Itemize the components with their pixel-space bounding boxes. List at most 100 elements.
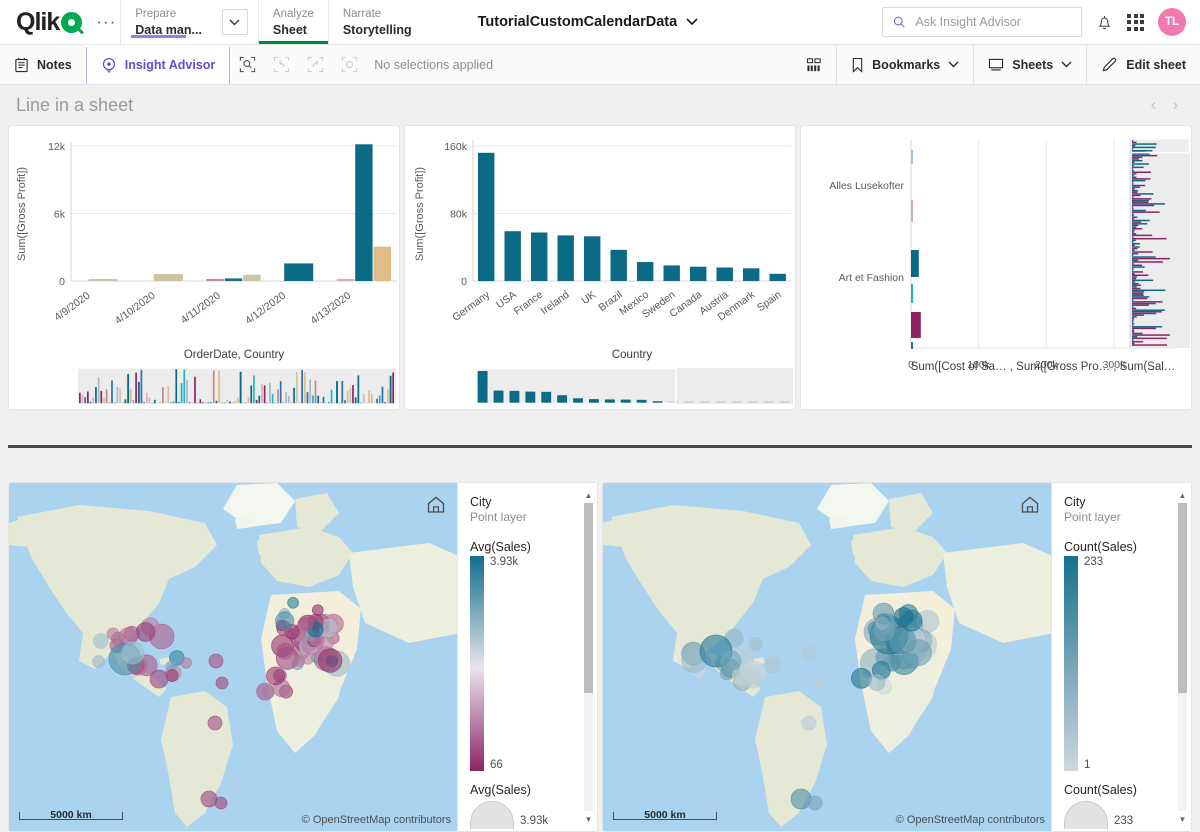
app-launcher-icon[interactable] xyxy=(1127,13,1144,31)
svg-text:4/9/2020: 4/9/2020 xyxy=(52,290,92,324)
clear-selections-button[interactable] xyxy=(332,45,366,84)
step-forward-button[interactable] xyxy=(298,45,332,84)
nav-item-analyze[interactable]: Analyze Sheet xyxy=(258,0,329,44)
qlik-logo[interactable]: Qlik xyxy=(16,8,83,37)
legend-size-max: 233 xyxy=(1114,815,1134,827)
step-back-button[interactable] xyxy=(264,45,298,84)
insight-advisor-search[interactable] xyxy=(882,7,1082,37)
legend-color-scale: 233 1 xyxy=(1064,556,1191,771)
sheet-header: Line in a sheet ‹ › xyxy=(0,85,1200,125)
legend-color-min: 1 xyxy=(1084,759,1091,771)
legend-color-measure: Avg(Sales) xyxy=(470,540,531,554)
map-home-button[interactable] xyxy=(1019,493,1041,515)
map-home-button[interactable] xyxy=(425,493,447,515)
previous-sheet-button[interactable]: ‹ xyxy=(1151,95,1157,115)
home-icon xyxy=(1021,496,1039,513)
notes-icon xyxy=(15,57,28,72)
chevron-down-icon xyxy=(229,18,240,26)
nav-item-prepare[interactable]: Prepare Data man... xyxy=(121,7,216,38)
chevron-down-icon xyxy=(948,61,959,68)
svg-text:160k: 160k xyxy=(444,141,468,153)
svg-text:6k: 6k xyxy=(54,209,66,221)
map-scale-bar: 5000 km xyxy=(613,809,717,821)
svg-text:Art et Fashion: Art et Fashion xyxy=(839,272,905,284)
svg-text:Spain: Spain xyxy=(755,289,784,315)
legend-scroll-down-icon[interactable]: ▼ xyxy=(1178,813,1187,825)
pencil-icon xyxy=(1102,57,1117,72)
bookmarks-group: Bookmarks xyxy=(836,45,973,84)
sheet-navigation: ‹ › xyxy=(1151,95,1184,115)
home-icon xyxy=(427,496,445,513)
sheet-toolbar: Notes Insight Advisor No selections appl… xyxy=(0,45,1200,85)
svg-text:Country: Country xyxy=(612,349,653,361)
legend-color-max: 233 xyxy=(1084,556,1104,568)
legend-size-measure: Avg(Sales) xyxy=(470,783,531,797)
top-navigation-bar: Qlik ··· Prepare Data man... Analyze She… xyxy=(0,0,1200,45)
legend-scroll-up-icon[interactable]: ▲ xyxy=(1178,489,1187,501)
nav-prepare-top-label: Prepare xyxy=(135,7,177,20)
legend-color-min: 66 xyxy=(490,759,503,771)
sheets-button[interactable]: Sheets xyxy=(974,45,1086,84)
search-input[interactable] xyxy=(913,14,1071,30)
svg-text:Sum([Gross Profit]): Sum([Gross Profit]) xyxy=(16,167,28,261)
insight-advisor-icon xyxy=(102,57,115,72)
bookmarks-button[interactable]: Bookmarks xyxy=(837,45,973,84)
map-legend-avg-sales: City Point layer Avg(Sales) 3.93k 66 Avg… xyxy=(457,483,597,831)
chart-card-gross-profit-by-orderdate[interactable]: Sum([Gross Profit]) 0 6k 12k 4/9/2020 4/10/20… xyxy=(8,125,400,410)
next-sheet-button[interactable]: › xyxy=(1172,95,1178,115)
search-icon xyxy=(893,16,905,28)
bookmarks-label: Bookmarks xyxy=(872,57,941,72)
svg-text:Germany: Germany xyxy=(450,288,493,324)
bar-chart-orderdate-country[interactable]: Sum([Gross Profit]) 0 6k 12k 4/9/2020 4/10/20… xyxy=(9,126,400,409)
map-tiles-count-sales[interactable] xyxy=(603,483,1051,831)
legend-scroll-thumb[interactable] xyxy=(1178,503,1187,693)
qlik-logo-mark-icon xyxy=(61,11,83,33)
legend-scroll-down-icon[interactable]: ▼ xyxy=(584,813,593,825)
legend-scrollbar[interactable]: ▲ ▼ xyxy=(583,489,594,825)
edit-sheet-button[interactable]: Edit sheet xyxy=(1087,45,1200,84)
nav-narrate-bottom-label: Storytelling xyxy=(342,22,412,37)
svg-text:Sum([Gross Profit]): Sum([Gross Profit]) xyxy=(414,167,426,261)
nav-item-narrate[interactable]: Narrate Storytelling xyxy=(329,0,426,44)
svg-text:4/13/2020: 4/13/2020 xyxy=(308,290,353,327)
map-canvas-avg-sales[interactable]: 5000 km © OpenStreetMap contributors xyxy=(9,483,457,831)
sheet-title: Line in a sheet xyxy=(16,94,134,115)
bookmark-icon xyxy=(852,57,863,73)
selections-search-button[interactable] xyxy=(230,45,264,84)
legend-size-measure: Count(Sales) xyxy=(1064,783,1137,797)
legend-scrollbar[interactable]: ▲ ▼ xyxy=(1177,489,1188,825)
legend-scroll-up-icon[interactable]: ▲ xyxy=(584,489,593,501)
nav-prepare-group[interactable]: Prepare Data man... xyxy=(120,0,259,44)
legend-color-max: 3.93k xyxy=(490,556,519,568)
insight-advisor-label: Insight Advisor xyxy=(124,57,216,72)
map-card-count-sales[interactable]: 5000 km © OpenStreetMap contributors Cit… xyxy=(602,482,1192,832)
prepare-dropdown-button[interactable] xyxy=(221,9,248,35)
topbar-right-actions: TL xyxy=(882,0,1200,44)
chart-card-gross-profit-by-country[interactable]: Sum([Gross Profit]) 0 80k 160k Germany USA Fra… xyxy=(404,125,796,410)
legend-size-bubble xyxy=(1064,801,1108,829)
legend-size-scale: 3.93k xyxy=(470,801,597,829)
overflow-menu-button[interactable]: ··· xyxy=(92,12,120,32)
user-avatar[interactable]: TL xyxy=(1158,8,1186,36)
legend-color-scale: 3.93k 66 xyxy=(470,556,597,771)
map-attribution: © OpenStreetMap contributors xyxy=(301,814,451,826)
legend-layer-title: City xyxy=(470,495,492,509)
map-canvas-count-sales[interactable]: 5000 km © OpenStreetMap contributors xyxy=(603,483,1051,831)
chart-card-cost-sales-by-customer[interactable]: 0 100k 200k 300k Alles Lusekofter Art et Fash… xyxy=(800,125,1192,410)
legend-scroll-thumb[interactable] xyxy=(584,503,593,693)
legend-gradient-labels: 3.93k 66 xyxy=(490,556,518,771)
notifications-bell-icon[interactable] xyxy=(1096,13,1113,31)
notes-button[interactable]: Notes xyxy=(0,45,86,84)
app-title[interactable]: TutorialCustomCalendarData xyxy=(478,0,699,44)
map-scale-label: 5000 km xyxy=(644,809,686,821)
map-legend-count-sales: City Point layer Count(Sales) 233 1 Coun… xyxy=(1051,483,1191,831)
map-tiles-avg-sales[interactable] xyxy=(9,483,457,831)
sheet-overview-button[interactable] xyxy=(792,45,836,84)
insight-advisor-button[interactable]: Insight Advisor xyxy=(85,45,231,84)
svg-text:0: 0 xyxy=(461,276,467,288)
edit-sheet-group: Edit sheet xyxy=(1086,45,1200,84)
bar-chart-country[interactable]: Sum([Gross Profit])080k160kGermany USAFra… xyxy=(405,126,796,409)
horizontal-bar-chart-customer[interactable]: 0 100k 200k 300kAlles LusekofterArt et Fash… xyxy=(801,126,1192,409)
map-card-avg-sales[interactable]: 5000 km © OpenStreetMap contributors Cit… xyxy=(8,482,598,832)
sheet-body: Sum([Gross Profit]) 0 6k 12k 4/9/2020 4/10/20… xyxy=(0,125,1200,832)
